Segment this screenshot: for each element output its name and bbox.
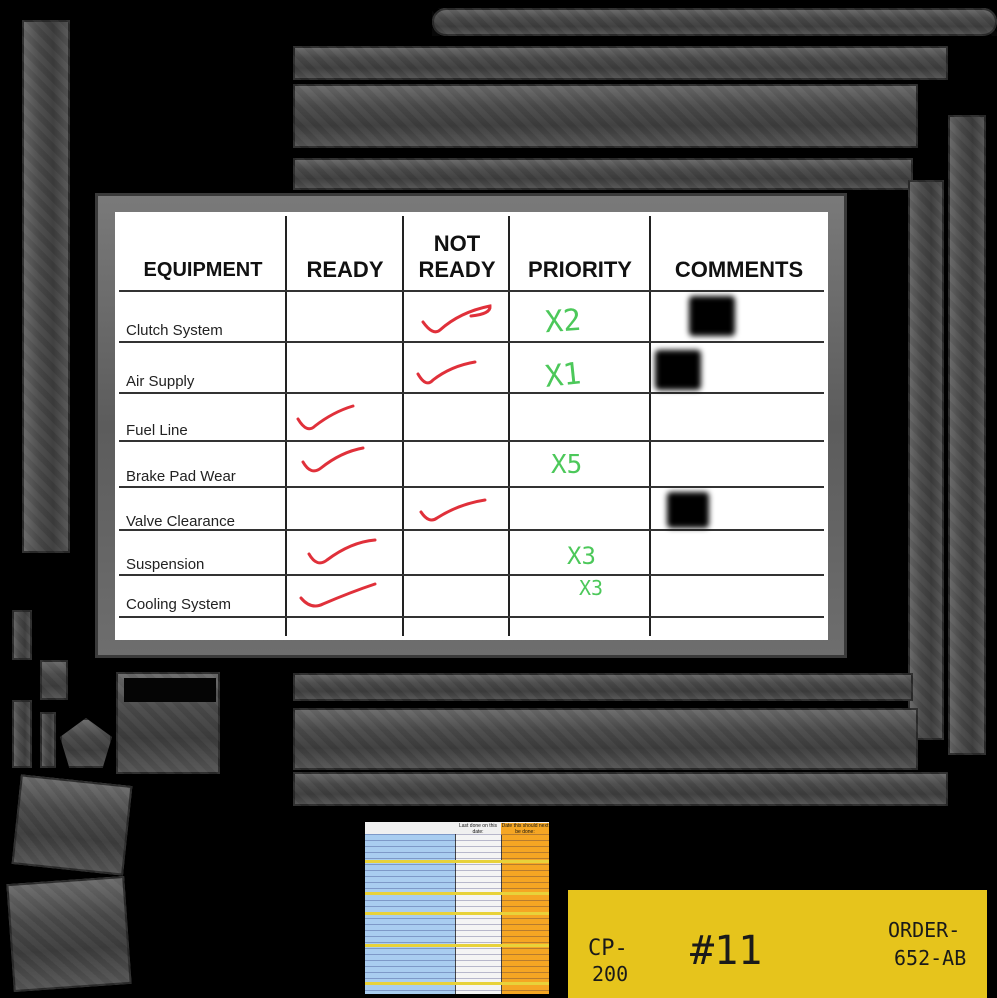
metal-plate-bottom-1	[293, 673, 913, 701]
metal-plate-top-2	[293, 84, 918, 148]
priority-cooling-system: X3	[579, 576, 604, 600]
check-brake-pad-wear	[301, 446, 365, 473]
mini-section-divider-5	[365, 982, 549, 985]
metal-plate-bottom-2	[293, 708, 918, 770]
row-label-valve-clearance: Valve Clearance	[126, 513, 235, 530]
mini-col-next-due	[501, 822, 549, 994]
metal-small-strip-2	[12, 700, 32, 768]
metal-plate-top-1	[293, 46, 948, 80]
check-fuel-line	[296, 404, 355, 431]
metal-plate-bottom-3	[293, 772, 948, 806]
comment-mark-valve-clearance	[667, 492, 709, 528]
comment-mark-air-supply	[655, 350, 701, 390]
row-label-cooling-system: Cooling System	[126, 596, 232, 613]
mini-section-divider-4	[365, 944, 549, 947]
header-not-ready-line1: NOT	[433, 231, 481, 256]
metal-small-strip	[12, 610, 32, 660]
metal-small-strip-3	[40, 712, 56, 768]
metal-hex-nut	[40, 660, 68, 700]
priority-clutch-system: X2	[543, 302, 583, 341]
metal-bar-left	[22, 20, 70, 553]
priority-brake-pad-wear: X5	[551, 450, 583, 480]
metal-bar-right	[948, 115, 986, 755]
check-air-supply	[416, 360, 477, 385]
header-equipment: EQUIPMENT	[143, 259, 263, 281]
tag-order-line1: ORDER-	[888, 918, 961, 942]
metal-bracket-1	[11, 774, 133, 876]
mini-col-tasks	[365, 822, 455, 994]
check-valve-clearance	[419, 498, 487, 522]
header-priority: PRIORITY	[528, 257, 632, 282]
row-label-air-supply: Air Supply	[126, 373, 195, 390]
mini-section-divider-2	[365, 892, 549, 895]
metal-box-slot	[124, 678, 216, 702]
tag-code-line2: 200	[592, 962, 629, 986]
row-label-suspension: Suspension	[126, 556, 205, 573]
priority-air-supply: X1	[543, 356, 583, 395]
header-ready: READY	[306, 257, 384, 282]
header-not-ready-line2: READY	[418, 257, 496, 282]
row-label-fuel-line: Fuel Line	[126, 422, 188, 439]
check-cooling-system	[299, 582, 377, 608]
tag-number: #11	[690, 928, 763, 974]
comment-mark-clutch-system	[689, 296, 735, 336]
metal-bar-right-inner	[908, 180, 944, 740]
header-comments: COMMENTS	[674, 257, 804, 282]
metal-pentagon	[60, 718, 112, 768]
yellow-tag: CP- 200 #11 ORDER- 652-AB	[568, 890, 987, 998]
metal-plate-top-3	[293, 158, 913, 190]
mini-section-divider-1	[365, 860, 549, 863]
tag-order-line2: 652-AB	[894, 946, 967, 970]
whiteboard: EQUIPMENT READY NOT READY PRIORITY COMME…	[115, 212, 828, 640]
metal-bar-top	[432, 8, 997, 36]
check-clutch-system	[421, 304, 492, 334]
priority-suspension: X3	[567, 542, 596, 570]
mini-section-divider-3	[365, 912, 549, 915]
row-label-brake-pad-wear: Brake Pad Wear	[126, 468, 236, 485]
row-label-clutch-system: Clutch System	[126, 322, 223, 339]
mini-spreadsheet: Last done on this date: Date this should…	[365, 822, 549, 994]
mini-col-last-done	[455, 822, 502, 994]
check-suspension	[307, 538, 377, 565]
metal-bracket-2	[6, 876, 132, 992]
tag-code-line1: CP-	[588, 936, 628, 961]
